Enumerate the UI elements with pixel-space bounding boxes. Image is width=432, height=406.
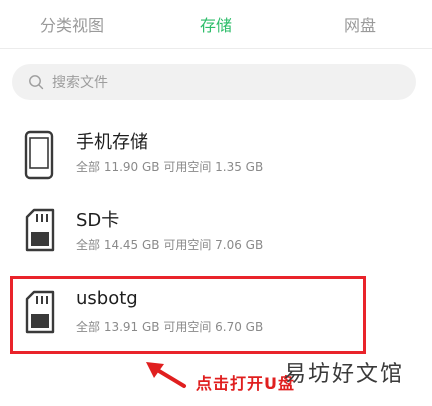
tab-bar: 分类视图 存储 网盘 — [0, 0, 432, 49]
search-icon — [29, 75, 44, 90]
storage-name: 手机存储 — [76, 132, 148, 153]
storage-item-phone[interactable]: 手机存储 全部 11.90 GB 可用空间 1.35 GB — [0, 118, 432, 192]
search-input[interactable]: 搜索文件 — [12, 64, 416, 100]
phone-icon — [24, 130, 54, 180]
annotation-text: 点击打开U盘 — [196, 374, 295, 393]
tab-storage[interactable]: 存储 — [144, 0, 288, 48]
storage-name: SD卡 — [76, 210, 120, 231]
storage-item-sd-card[interactable]: SD卡 全部 14.45 GB 可用空间 7.06 GB — [0, 196, 432, 270]
arrow-icon — [146, 362, 186, 388]
watermark-text: 易坊好文馆 — [284, 362, 405, 387]
storage-detail: 全部 11.90 GB 可用空间 1.35 GB — [76, 160, 264, 174]
sd-card-icon — [25, 208, 55, 252]
tab-cloud-drive[interactable]: 网盘 — [288, 0, 432, 48]
search-placeholder: 搜索文件 — [52, 75, 108, 91]
highlight-box — [10, 276, 366, 354]
storage-detail: 全部 14.45 GB 可用空间 7.06 GB — [76, 238, 264, 252]
tab-category-view[interactable]: 分类视图 — [0, 0, 144, 48]
